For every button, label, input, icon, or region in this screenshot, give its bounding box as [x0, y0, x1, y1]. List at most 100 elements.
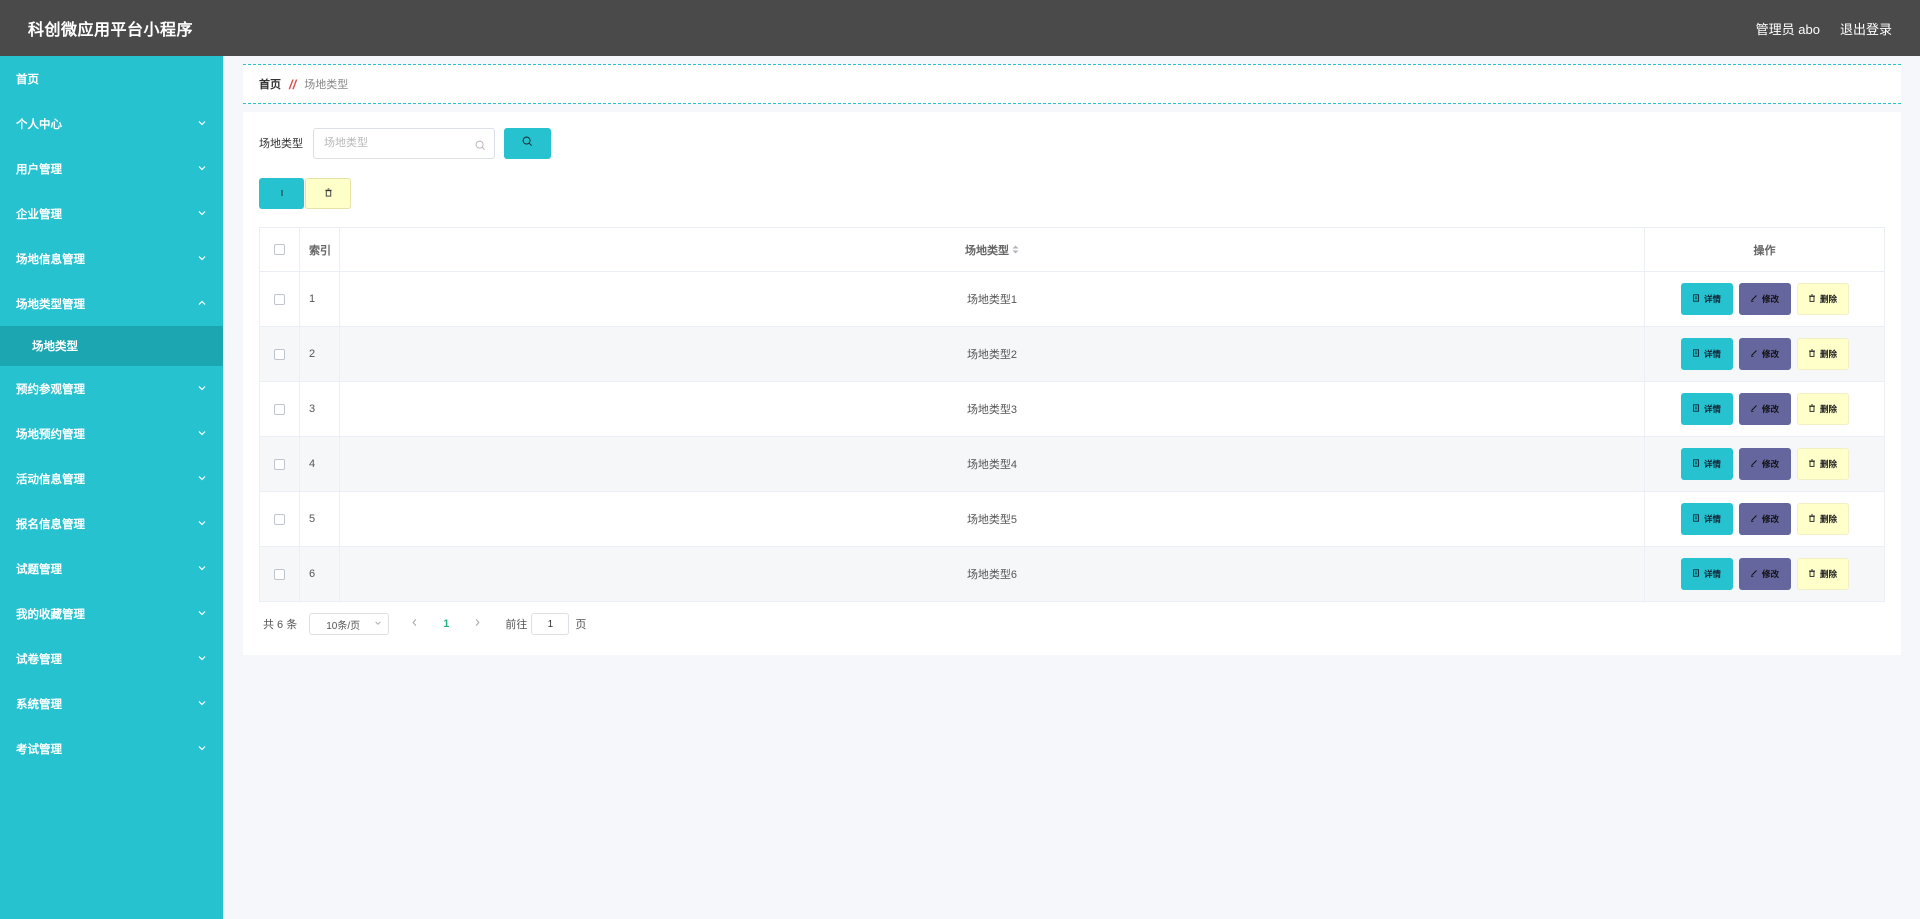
- chevron-down-icon: [197, 653, 207, 663]
- sidebar-item-system-management[interactable]: 系统管理: [0, 681, 223, 726]
- delete-button[interactable]: 删除: [1796, 503, 1849, 535]
- row-checkbox[interactable]: [274, 513, 285, 525]
- row-operations: 详情 修改 删除: [1644, 381, 1885, 437]
- sidebar-item-paper-management[interactable]: 试卷管理: [0, 636, 223, 681]
- search-label: 场地类型: [259, 138, 303, 150]
- sidebar-item-question-management[interactable]: 试题管理: [0, 546, 223, 591]
- row-checkbox[interactable]: [274, 458, 285, 470]
- sidebar-item-user-management[interactable]: 用户管理: [0, 146, 223, 191]
- edit-button-label: 修改: [1761, 514, 1779, 524]
- sidebar-item-exam-management[interactable]: 考试管理: [0, 726, 223, 771]
- edit-button[interactable]: 修改: [1738, 393, 1791, 425]
- row-index: 5: [299, 491, 340, 547]
- select-all-checkbox[interactable]: [274, 244, 285, 256]
- detail-button[interactable]: 详情: [1680, 338, 1733, 370]
- breadcrumb-separator: //: [289, 76, 297, 92]
- row-operations: 详情 修改 删除: [1644, 326, 1885, 382]
- delete-button[interactable]: 删除: [1796, 338, 1849, 370]
- sidebar-item-venue-info[interactable]: 场地信息管理: [0, 236, 223, 281]
- sidebar-item-signup-info[interactable]: 报名信息管理: [0, 501, 223, 546]
- edit-button[interactable]: 修改: [1738, 503, 1791, 535]
- sidebar-item-label: 用户管理: [16, 163, 62, 176]
- trash-icon: [1808, 294, 1816, 304]
- delete-button[interactable]: 删除: [1796, 448, 1849, 480]
- search-row: 场地类型: [259, 127, 1885, 159]
- edit-button[interactable]: 修改: [1738, 338, 1791, 370]
- detail-button[interactable]: 详情: [1680, 503, 1733, 535]
- breadcrumb-current: 场地类型: [304, 79, 349, 91]
- breadcrumb-home[interactable]: 首页: [259, 76, 281, 92]
- delete-button[interactable]: 删除: [1796, 283, 1849, 315]
- row-index: 4: [299, 436, 340, 492]
- header-venue-type[interactable]: 场地类型: [339, 227, 1645, 272]
- edit-button[interactable]: 修改: [1738, 283, 1791, 315]
- header-operations: 操作: [1644, 227, 1885, 272]
- detail-button[interactable]: 详情: [1680, 283, 1733, 315]
- row-venue-type: 场地类型4: [339, 436, 1645, 492]
- sidebar-item-label: 企业管理: [16, 208, 62, 221]
- logout-link[interactable]: 退出登录: [1840, 19, 1892, 38]
- add-button[interactable]: [259, 177, 304, 209]
- trash-icon: [1808, 514, 1816, 524]
- document-icon: [1692, 514, 1700, 524]
- trash-icon: [1808, 404, 1816, 414]
- chevron-down-icon: [197, 698, 207, 708]
- chevron-down-icon: [197, 428, 207, 438]
- row-checkbox[interactable]: [274, 568, 285, 580]
- header-venue-type-label: 场地类型: [965, 244, 1009, 257]
- sidebar-item-label: 场地信息管理: [16, 253, 85, 266]
- edit-button[interactable]: 修改: [1738, 448, 1791, 480]
- detail-button-label: 详情: [1703, 349, 1721, 359]
- sidebar-item-activity-info[interactable]: 活动信息管理: [0, 456, 223, 501]
- sidebar-item-label: 场地预约管理: [16, 428, 85, 441]
- goto-label: 前往: [505, 619, 528, 631]
- header-index: 索引: [299, 227, 340, 272]
- next-page-button[interactable]: [474, 618, 481, 630]
- row-checkbox[interactable]: [274, 348, 285, 360]
- sidebar-item-label: 系统管理: [16, 698, 62, 711]
- delete-button[interactable]: 删除: [1796, 558, 1849, 590]
- sidebar-item-venue-booking[interactable]: 场地预约管理: [0, 411, 223, 456]
- current-user-label: 管理员 abo: [1755, 21, 1820, 37]
- prev-page-button[interactable]: [411, 618, 418, 630]
- document-icon: [1692, 294, 1700, 304]
- sort-icon[interactable]: [1012, 245, 1019, 257]
- row-checkbox[interactable]: [274, 403, 285, 415]
- page-number-current[interactable]: 1: [443, 618, 449, 630]
- header-user-area: 管理员 abo 退出登录: [1756, 19, 1892, 38]
- delete-button[interactable]: 删除: [1796, 393, 1849, 425]
- page-size-select[interactable]: 10条/页: [309, 613, 390, 635]
- venue-type-table: 索引 场地类型 操作 1 场地类型1 详情 修改 删除 2 场地类型2 详情 修改 删除 3 场地类型…: [259, 227, 1885, 602]
- breadcrumb: 首页 // 场地类型: [243, 64, 1901, 104]
- main-content: 首页 // 场地类型 场地类型 场地类型 索引 场地类型 操作 1 场地类型1 …: [243, 64, 1901, 655]
- table-header-row: 索引 场地类型 操作: [259, 227, 1885, 272]
- sidebar-item-personal-center[interactable]: 个人中心: [0, 101, 223, 146]
- app-title: 科创微应用平台小程序: [28, 22, 194, 39]
- goto-suffix: 页: [575, 619, 587, 631]
- sidebar-item-favorites[interactable]: 我的收藏管理: [0, 591, 223, 636]
- sidebar-subitem-venue-type[interactable]: 场地类型: [0, 326, 223, 366]
- trash-icon: [1808, 349, 1816, 359]
- sidebar-item-visit-booking[interactable]: 预约参观管理: [0, 366, 223, 411]
- edit-button[interactable]: 修改: [1738, 558, 1791, 590]
- goto-page-input[interactable]: [531, 613, 570, 635]
- edit-icon: [1750, 514, 1758, 524]
- detail-button[interactable]: 详情: [1680, 558, 1733, 590]
- row-checkbox[interactable]: [274, 293, 285, 305]
- sidebar-item-company-management[interactable]: 企业管理: [0, 191, 223, 236]
- table-row: 1 场地类型1 详情 修改 删除: [259, 271, 1885, 327]
- sidebar-item-venue-type[interactable]: 场地类型管理: [0, 281, 223, 326]
- search-input[interactable]: [324, 137, 464, 149]
- detail-button-label: 详情: [1703, 294, 1721, 304]
- chevron-down-icon: [197, 208, 207, 218]
- bulk-delete-button[interactable]: [305, 177, 351, 209]
- table-row: 6 场地类型6 详情 修改 删除: [259, 546, 1885, 602]
- edit-icon: [1750, 404, 1758, 414]
- row-index: 2: [299, 326, 340, 382]
- delete-button-label: 删除: [1819, 294, 1837, 304]
- row-venue-type: 场地类型6: [339, 546, 1645, 602]
- search-button[interactable]: [504, 127, 551, 159]
- detail-button[interactable]: 详情: [1680, 393, 1733, 425]
- sidebar-item-home[interactable]: 首页: [0, 56, 223, 101]
- detail-button[interactable]: 详情: [1680, 448, 1733, 480]
